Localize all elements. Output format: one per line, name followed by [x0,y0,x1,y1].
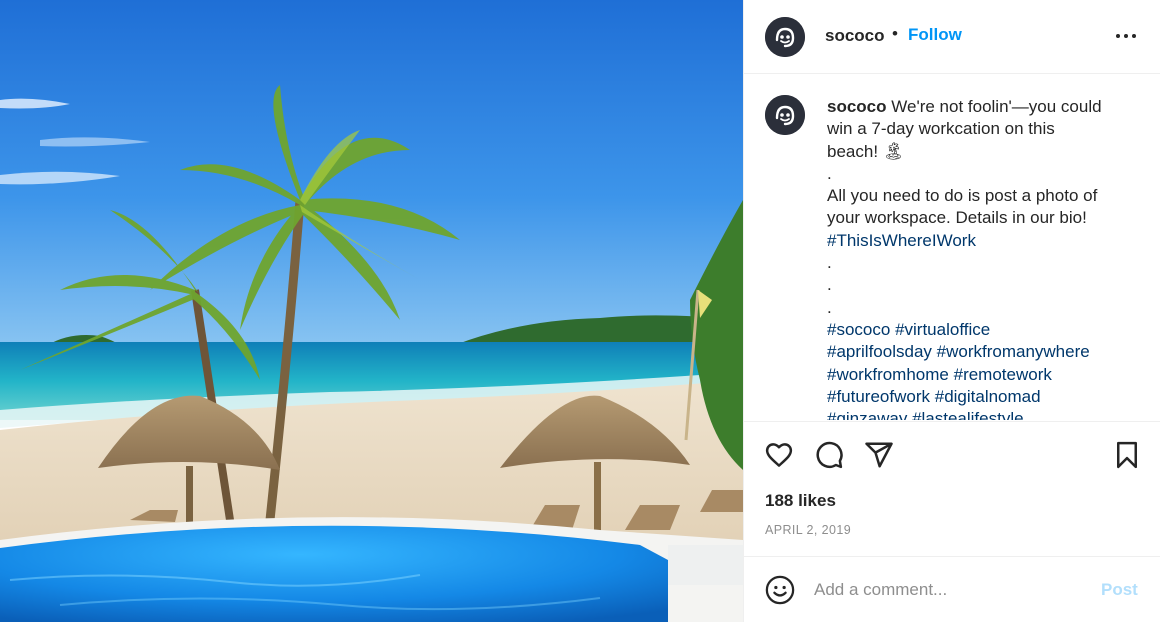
hashtag[interactable]: #ginzaway [827,409,907,420]
caption-text: sococo We're not foolin'—you could win a… [827,96,1137,420]
sococo-logo-icon [765,17,805,57]
caption-line: All you need to do is post a photo of [827,186,1098,206]
post-actions: 188 likes APRIL 2, 2019 [744,421,1160,557]
hashtag[interactable]: #sococo [827,320,890,339]
hashtag[interactable]: #digitalnomad [935,387,1041,406]
sococo-logo-icon [765,95,805,135]
post-header: sococo • Follow [744,0,1160,74]
caption-line-text: We're not foolin'—you could [891,97,1102,116]
comment-input[interactable] [814,578,1084,602]
hashtag-line: #ginzaway #lastealifestyle [827,408,1137,420]
emoji-icon[interactable] [765,575,795,605]
caption-line: win a 7-day workcation on this [827,119,1055,139]
hashtag[interactable]: #workfromanywhere [937,342,1090,361]
beach-photo [0,0,743,622]
hashtag-line: #workfromhome #remotework [827,364,1137,386]
hashtag-line: #aprilfoolsday #workfromanywhere [827,341,1137,363]
caption-line: . [827,275,832,295]
caption-line: . [827,297,832,317]
follow-button[interactable]: Follow [908,25,962,45]
post-comment-button[interactable]: Post [1101,580,1138,600]
bookmark-icon[interactable] [1112,440,1142,470]
caption-line: your workspace. Details in our bio! [827,208,1087,228]
comment-icon[interactable] [814,440,844,470]
username[interactable]: sococo [825,26,885,46]
hashtag-line: #futureofwork #digitalnomad [827,386,1137,408]
more-options-icon[interactable] [1112,26,1140,46]
caption-line: beach! 🏝 [827,141,905,161]
caption-username[interactable]: sococo [827,97,887,116]
caption-line: . [827,163,832,183]
like-count[interactable]: 188 likes [765,491,836,511]
comment-bar: Post [744,558,1160,622]
caption-line: sococo We're not foolin'—you could [827,96,1137,118]
post-date: APRIL 2, 2019 [765,523,852,537]
separator-dot: • [892,24,898,43]
caption-avatar[interactable] [765,95,805,135]
hashtag-line: #ThisIsWhereIWork [827,230,1137,252]
hashtag[interactable]: #futureofwork [827,387,930,406]
hashtag[interactable]: #remotework [954,365,1052,384]
post-panel: sococo • Follow sococo We're not foolin'… [743,0,1160,622]
caption-area[interactable]: sococo We're not foolin'—you could win a… [744,75,1160,420]
hashtag[interactable]: #ThisIsWhereIWork [827,231,976,250]
caption-line: . [827,253,832,273]
hashtag[interactable]: #virtualoffice [895,320,990,339]
avatar[interactable] [765,17,805,57]
hashtag[interactable]: #lastealifestyle [912,409,1024,420]
post-image[interactable] [0,0,743,622]
hashtag[interactable]: #aprilfoolsday [827,342,932,361]
share-icon[interactable] [864,440,894,470]
heart-icon[interactable] [764,440,794,470]
hashtag[interactable]: #workfromhome [827,365,949,384]
hashtag-line: #sococo #virtualoffice [827,319,1137,341]
